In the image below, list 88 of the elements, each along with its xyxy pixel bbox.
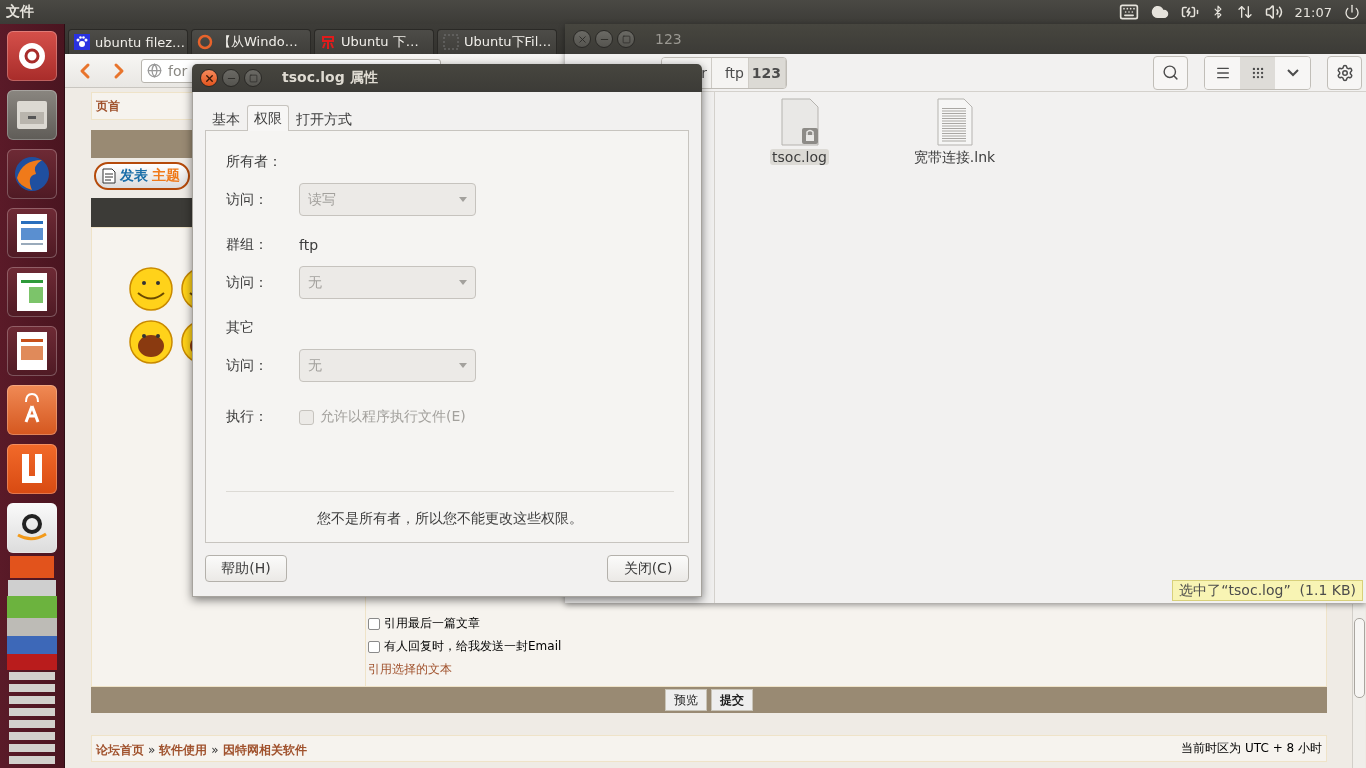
smiley-icon <box>128 266 174 312</box>
document-icon[interactable] <box>7 208 57 258</box>
browser-tab[interactable]: ubuntu filez… <box>68 29 188 54</box>
maximize-button[interactable] <box>244 69 262 87</box>
globe-icon <box>147 63 162 78</box>
path-button[interactable]: 123 <box>749 57 786 88</box>
grid-view-icon <box>1250 65 1265 80</box>
field-label: 访问： <box>226 356 269 375</box>
smiley-icon <box>128 319 174 365</box>
close-button[interactable] <box>200 69 218 87</box>
stacked-icons-drawing[interactable] <box>4 556 60 766</box>
checkbox[interactable] <box>368 640 380 653</box>
maximize-icon <box>248 73 258 83</box>
network-icon[interactable] <box>1236 4 1253 20</box>
permission-notice: 您不是所有者，所以您不能更改这些权限。 <box>226 491 674 528</box>
circle-logo-icon[interactable] <box>7 31 57 81</box>
close-icon <box>576 33 588 45</box>
app-menu[interactable]: 文件 <box>6 3 34 21</box>
breadcrumb-separator: » <box>211 742 219 757</box>
new-topic-button[interactable]: 发表 主题 <box>94 162 190 190</box>
settings-button[interactable] <box>1327 55 1362 90</box>
option-label: 有人回复时，给我发送一封Email <box>384 638 562 655</box>
maximize-icon <box>621 34 631 44</box>
section-label: 所有者： <box>226 153 283 171</box>
preview-button[interactable]: 预览 <box>665 689 707 711</box>
search-button[interactable] <box>1153 55 1188 90</box>
view-button[interactable] <box>1275 56 1310 89</box>
page-icon <box>102 168 116 184</box>
gear-icon <box>1335 63 1354 82</box>
paw-icon <box>74 34 90 50</box>
app-tile-icon[interactable] <box>7 444 57 494</box>
view-button[interactable] <box>1240 56 1275 89</box>
presentation-icon[interactable] <box>7 326 57 376</box>
keyboard-icon[interactable] <box>1118 2 1139 22</box>
volume-icon[interactable] <box>1264 3 1283 21</box>
breadcrumb-link[interactable]: 软件使用 <box>159 742 208 757</box>
clock[interactable]: 21:07 <box>1294 4 1332 20</box>
breadcrumb-link[interactable]: 因特网相关软件 <box>222 742 307 757</box>
close-dialog-button[interactable]: 关闭(C) <box>607 555 689 582</box>
timezone-text: 当前时区为 UTC + 8 小时 <box>1181 740 1322 757</box>
maximize-button[interactable] <box>617 30 635 48</box>
caret-icon <box>459 280 467 285</box>
top-link[interactable]: 页首 <box>96 97 120 115</box>
breadcrumb-separator: » <box>148 742 156 757</box>
caret-icon <box>459 197 467 202</box>
minimize-button[interactable] <box>595 30 613 48</box>
ring-icon <box>197 34 213 50</box>
blank-page-icon <box>443 34 459 50</box>
file-name[interactable]: 宽带连接.lnk <box>911 149 998 167</box>
chevron-down-icon <box>1286 68 1299 77</box>
cloud-icon[interactable] <box>1150 3 1169 21</box>
locked-file-icon <box>779 98 820 146</box>
status-tooltip: 选中了“tsoc.log” (1.1 KB) <box>1172 580 1363 601</box>
checkbox[interactable] <box>368 617 380 630</box>
dialog-title: tsoc.log 属性 <box>282 69 378 87</box>
browser-tab[interactable]: Ubuntu 下… <box>314 29 434 54</box>
breadcrumb-link[interactable]: 论坛首页 <box>96 742 144 757</box>
section-label: 其它 <box>226 319 255 337</box>
globe-icon[interactable] <box>7 149 57 199</box>
shopping-bag-icon[interactable] <box>7 385 57 435</box>
browser-tab[interactable]: 【从Windo… <box>191 29 311 54</box>
browser-tab[interactable]: Ubuntu下Fil… <box>437 29 557 54</box>
minimize-button[interactable] <box>222 69 240 87</box>
window-title: 123 <box>655 31 682 47</box>
text-file-icon <box>935 98 974 146</box>
help-button[interactable]: 帮助(H) <box>205 555 287 582</box>
field-label: 访问： <box>226 190 269 209</box>
tab[interactable]: 打开方式 <box>289 107 359 131</box>
scroll-thumb[interactable] <box>1354 618 1365 698</box>
close-icon <box>203 72 215 84</box>
quote-link[interactable]: 引用选择的文本 <box>368 661 1326 678</box>
file-name[interactable]: tsoc.log <box>770 149 829 165</box>
field-label: 访问： <box>226 273 269 292</box>
tab[interactable]: 基本 <box>205 107 247 131</box>
power-icon[interactable] <box>1344 4 1360 20</box>
glyph-icon <box>320 34 336 50</box>
drawer-icon[interactable] <box>7 90 57 140</box>
field-label: 群组： <box>226 236 269 254</box>
field-label: 执行： <box>226 408 269 426</box>
view-switcher[interactable] <box>1204 55 1311 90</box>
caret-icon <box>459 363 467 368</box>
spreadsheet-icon[interactable] <box>7 267 57 317</box>
search-icon <box>1162 64 1179 81</box>
option-label: 引用最后一篇文章 <box>384 615 480 632</box>
group-value: ftp <box>299 237 320 253</box>
submit-button[interactable]: 提交 <box>711 689 753 711</box>
view-button[interactable] <box>1205 56 1240 89</box>
tab[interactable]: 权限 <box>247 105 289 131</box>
